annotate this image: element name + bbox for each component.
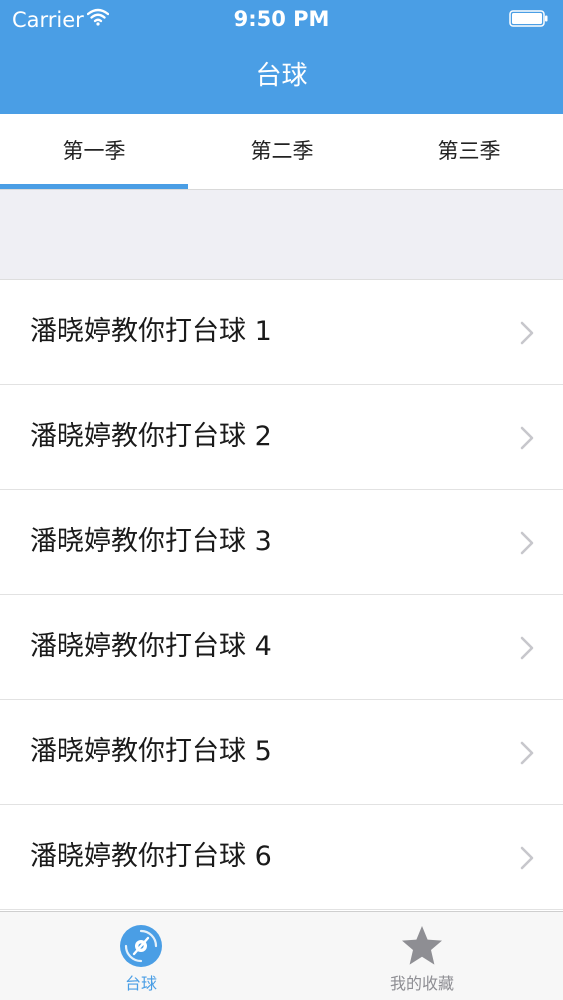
tabbar-label-favorites: 我的收藏 [389, 974, 454, 993]
list-item[interactable]: 潘晓婷教你打台球 4 [0, 595, 563, 700]
tab-season-3[interactable]: 第三季 [375, 114, 563, 189]
list-item[interactable]: 潘晓婷教你打台球 3 [0, 490, 563, 595]
bottom-tab-bar: 台球 我的收藏 [0, 911, 563, 1000]
list-item-label: 潘晓婷教你打台球 2 [30, 421, 272, 452]
list-item-label: 潘晓婷教你打台球 6 [30, 841, 272, 872]
chevron-right-icon [520, 846, 534, 870]
list-item[interactable]: 潘晓婷教你打台球 5 [0, 700, 563, 805]
list-item[interactable]: 潘晓婷教你打台球 2 [0, 385, 563, 490]
list-item-label: 潘晓婷教你打台球 1 [30, 316, 272, 347]
battery-icon [509, 10, 548, 27]
tab-season-2[interactable]: 第二季 [188, 114, 376, 189]
list-item[interactable]: 潘晓婷教你打台球 6 [0, 805, 563, 910]
list-item-label: 潘晓婷教你打台球 4 [30, 631, 272, 662]
status-time: 9:50 PM [233, 7, 330, 31]
list-item[interactable]: 潘晓婷教你打台球 1 [0, 280, 563, 385]
chevron-right-icon [520, 531, 534, 555]
disc-icon [120, 925, 162, 967]
chevron-right-icon [520, 741, 534, 765]
tab-season-1[interactable]: 第一季 [0, 114, 188, 189]
tabbar-label-billiards: 台球 [124, 974, 157, 993]
list-item-label: 潘晓婷教你打台球 3 [30, 526, 272, 557]
page-title: 台球 [255, 61, 308, 91]
tabbar-item-favorites[interactable]: 我的收藏 [281, 912, 563, 1000]
star-icon [402, 926, 442, 965]
list-item-label: 潘晓婷教你打台球 5 [30, 736, 272, 767]
video-list[interactable]: 潘晓婷教你打台球 1 潘晓婷教你打台球 2 潘晓婷教你打台球 3 潘晓婷教你打台… [0, 279, 563, 911]
navigation-header: Carrier 9:50 PM 台球 [0, 0, 563, 114]
tabbar-item-billiards[interactable]: 台球 [0, 912, 282, 1000]
chevron-right-icon [520, 426, 534, 450]
chevron-right-icon [520, 321, 534, 345]
season-tabs: 第一季 第二季 第三季 [0, 114, 563, 190]
tab-selected-indicator [0, 184, 188, 189]
chevron-right-icon [520, 636, 534, 660]
status-bar: Carrier 9:50 PM [0, 0, 563, 40]
